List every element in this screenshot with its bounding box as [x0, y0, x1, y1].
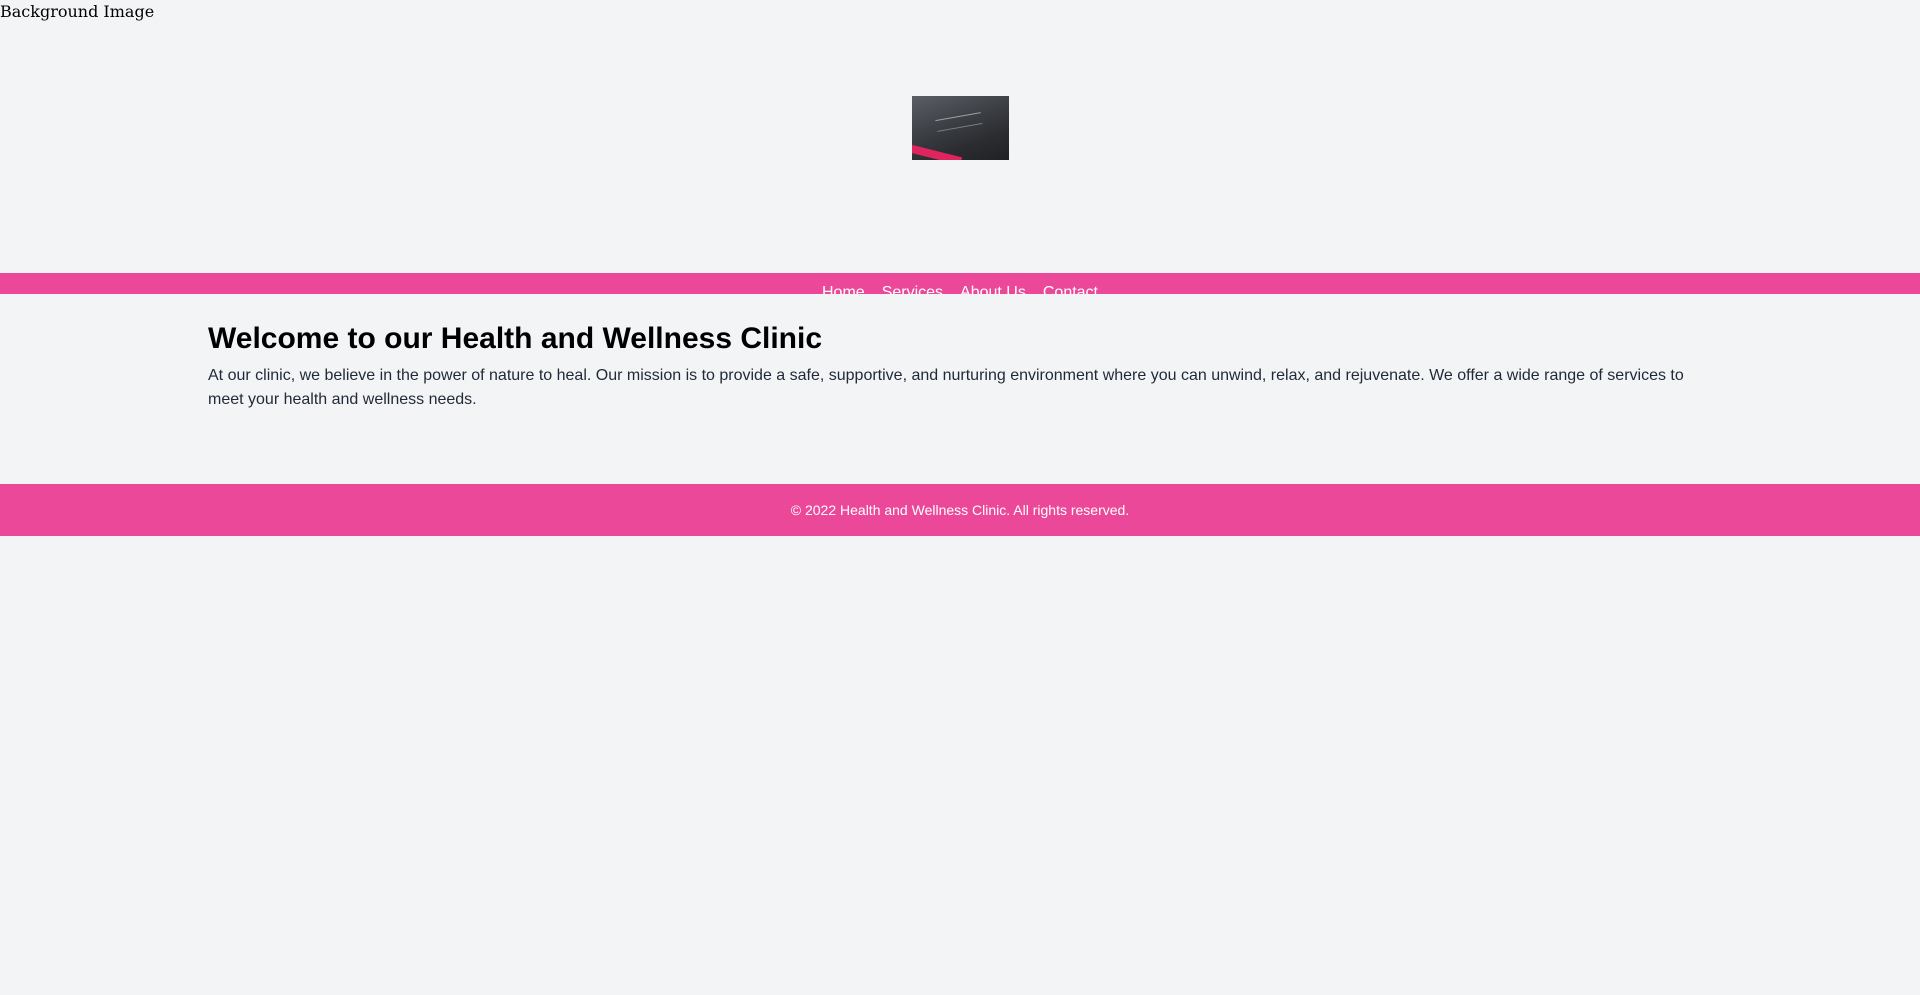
copyright-text: © 2022 Health and Wellness Clinic. All r… — [790, 502, 1130, 518]
page-footer: © 2022 Health and Wellness Clinic. All r… — [0, 484, 1920, 536]
background-image-alt-text: Background Image — [0, 2, 155, 21]
nav-link-contact[interactable]: Contact — [1043, 283, 1098, 294]
nav-item-home: Home — [822, 283, 865, 294]
top-navigation-bar: Home Services About Us Contact — [0, 273, 1920, 294]
nav-links: Home Services About Us Contact — [0, 283, 1920, 294]
nav-link-home[interactable]: Home — [822, 283, 865, 294]
clinic-logo-image — [912, 96, 1009, 160]
welcome-paragraph: At our clinic, we believe in the power o… — [208, 367, 1684, 408]
nav-item-about-us: About Us — [960, 283, 1026, 294]
logo-red-stripe — [912, 142, 963, 160]
page-title: Welcome to our Health and Wellness Clini… — [208, 322, 823, 355]
nav-link-about-us[interactable]: About Us — [960, 283, 1026, 294]
logo-emblem — [935, 112, 983, 132]
nav-item-contact: Contact — [1043, 283, 1098, 294]
welcome-section: Welcome to our Health and Wellness Clini… — [208, 320, 1708, 412]
nav-link-services[interactable]: Services — [882, 283, 943, 294]
nav-item-services: Services — [882, 283, 943, 294]
